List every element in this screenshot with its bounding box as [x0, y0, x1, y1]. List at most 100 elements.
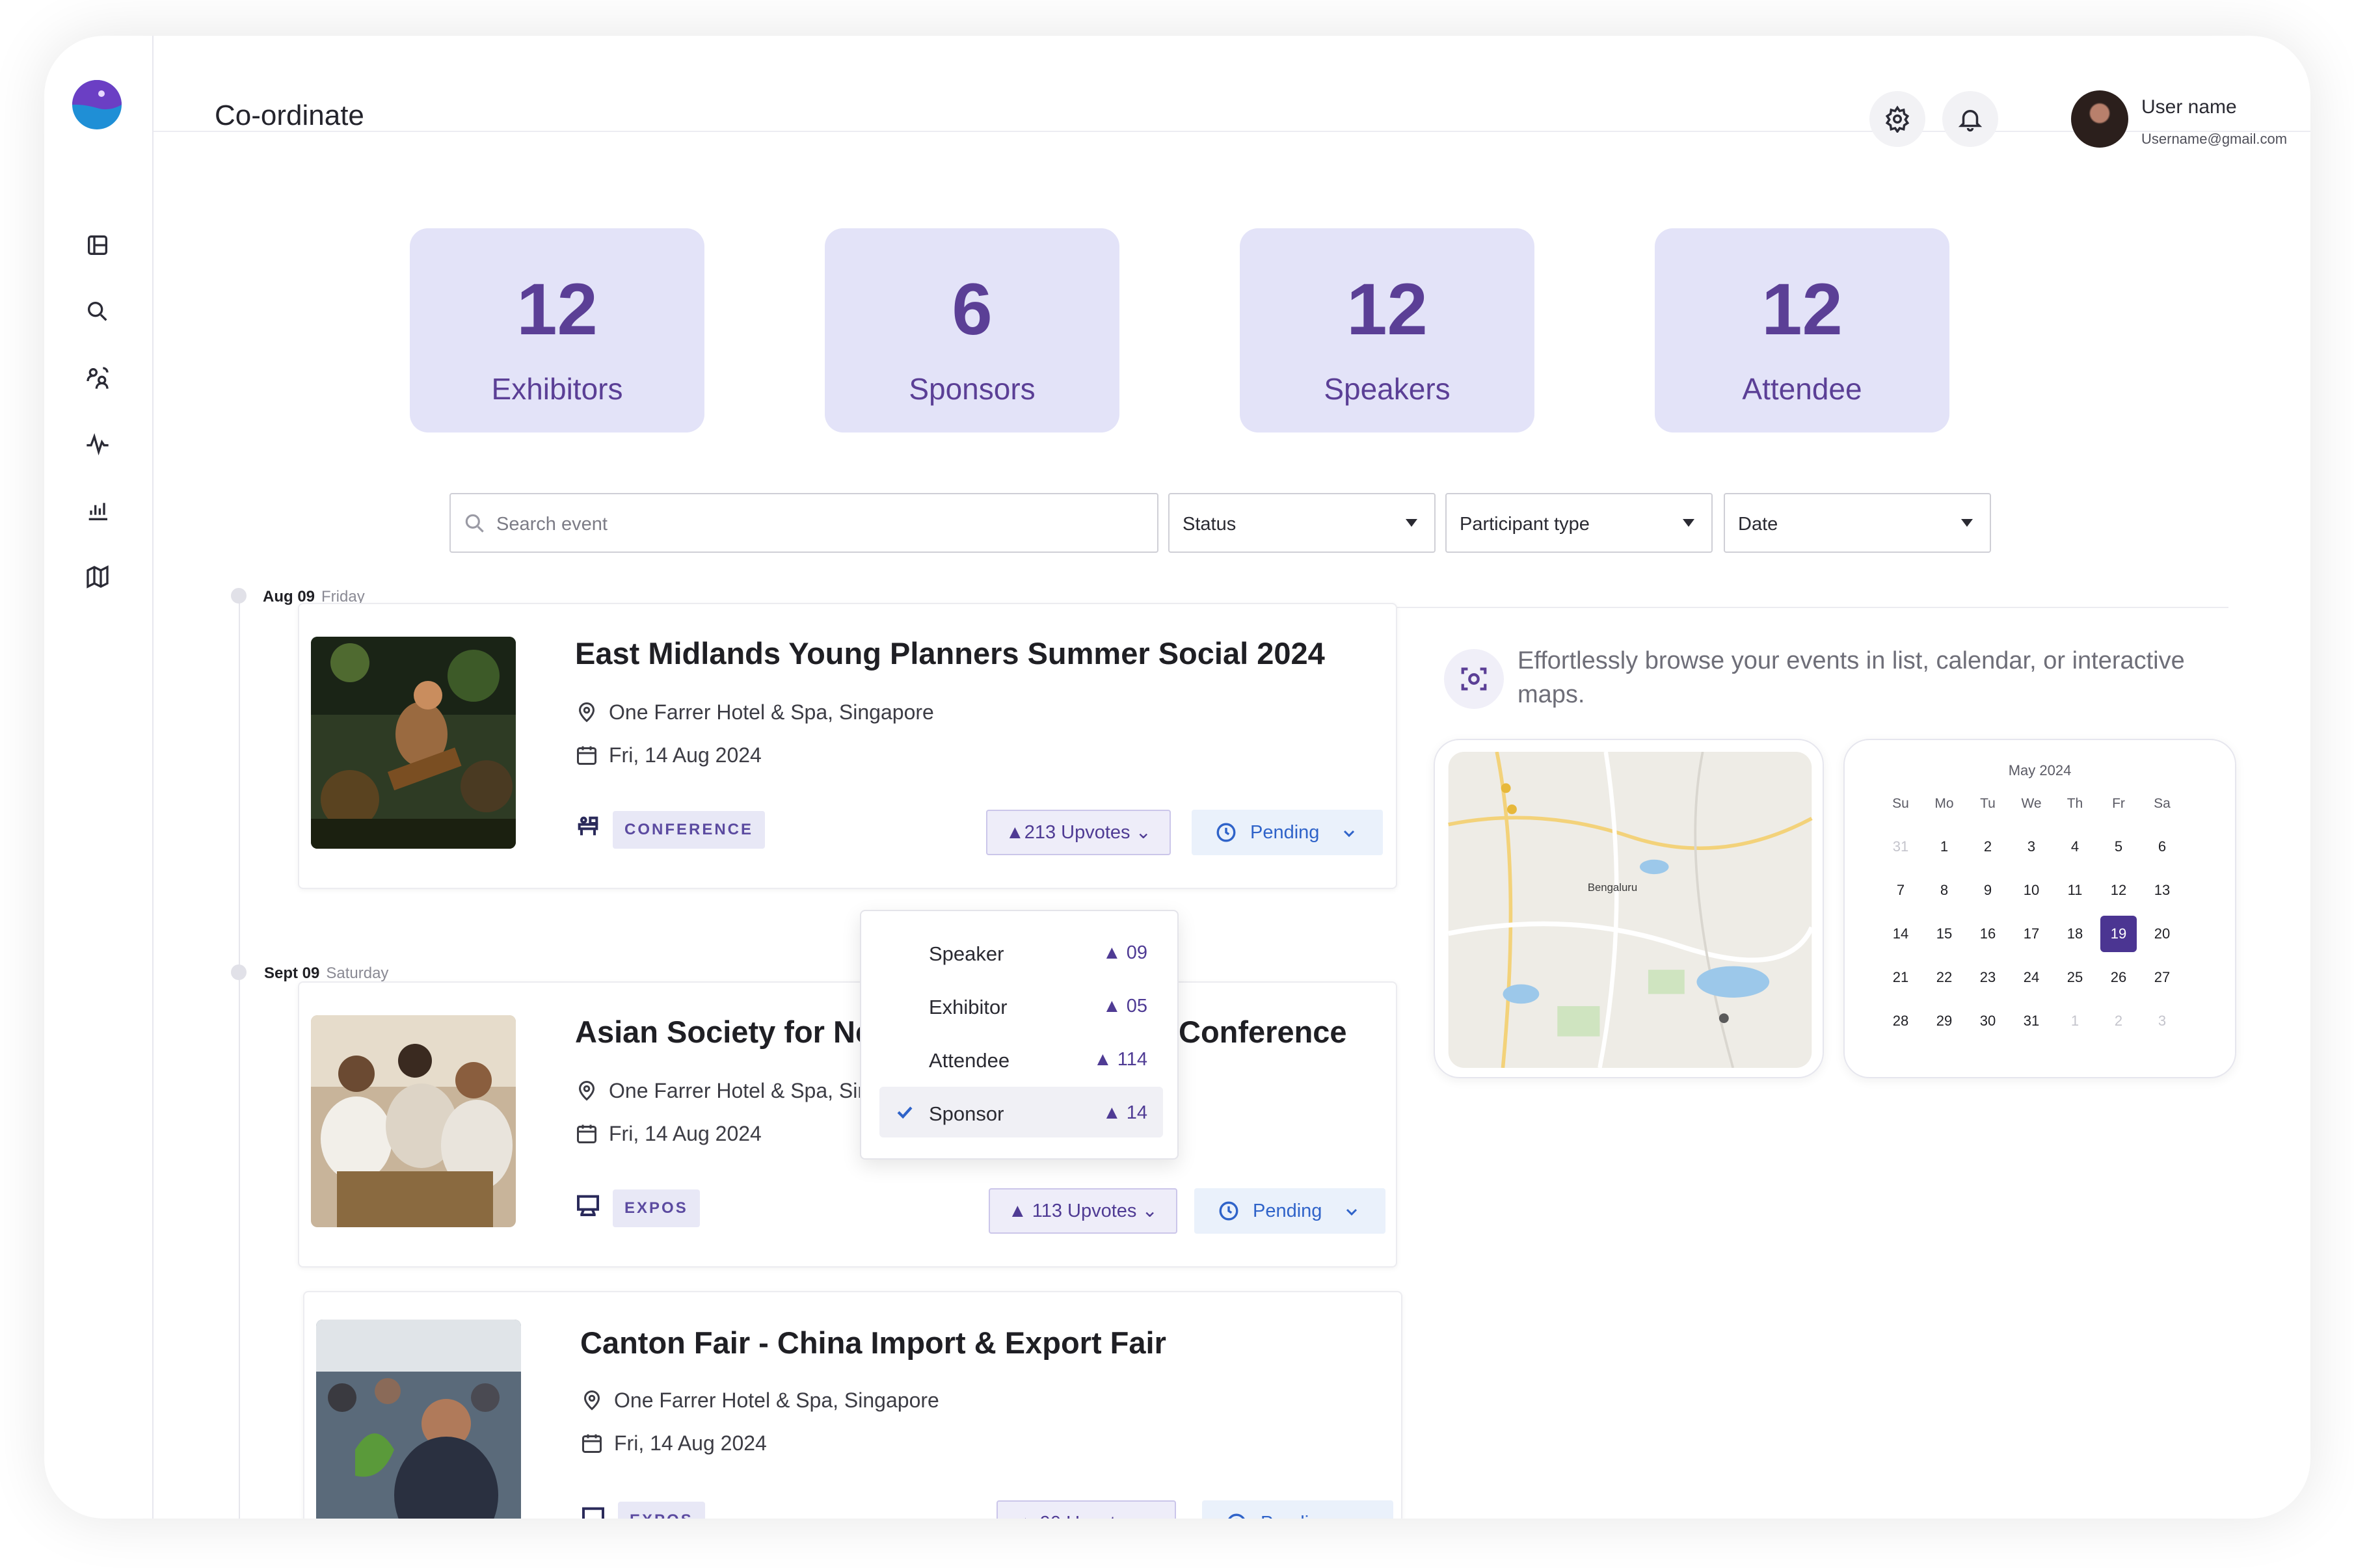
stat-value: 12 — [1346, 269, 1428, 350]
app-window: Co-ordinate User name Username@gmail.com… — [44, 36, 2310, 1519]
stat-card-exhibitors[interactable]: 12 Exhibitors — [410, 228, 704, 432]
calendar-day[interactable]: 1 — [1926, 829, 1962, 865]
calendar-day[interactable]: 19 — [2100, 916, 2137, 952]
participants-icon[interactable] — [82, 362, 113, 393]
status-select[interactable]: Status — [1168, 493, 1436, 553]
calendar-day[interactable]: 23 — [1970, 959, 2006, 996]
calendar-day[interactable]: 18 — [2057, 916, 2093, 952]
notifications-button[interactable] — [1942, 91, 1998, 147]
upvote-breakdown-dropdown: Speaker ▲ 09 Exhibitor ▲ 05 Attendee ▲ 1… — [860, 910, 1179, 1160]
calendar-day[interactable]: 6 — [2144, 829, 2180, 865]
dropdown-item-count: ▲ 05 — [1102, 996, 1147, 1017]
page-title: Co-ordinate — [215, 100, 364, 131]
dropdown-item-sponsor[interactable]: Sponsor ▲ 14 — [879, 1087, 1163, 1137]
dropdown-item-exhibitor[interactable]: Exhibitor ▲ 05 — [879, 980, 1163, 1031]
map-preview[interactable]: Bengaluru — [1447, 752, 1813, 1068]
dropdown-item-speaker[interactable]: Speaker ▲ 09 — [879, 927, 1163, 977]
event-card[interactable]: Asian Society for Ne Conference One Farr… — [298, 981, 1397, 1268]
calendar-day[interactable]: 24 — [2013, 959, 2050, 996]
stat-card-attendee[interactable]: 12 Attendee — [1655, 228, 1949, 432]
calendar-day[interactable]: 17 — [2013, 916, 2050, 952]
status-button[interactable]: Pending — [1202, 1500, 1393, 1519]
search-input[interactable]: Search event — [449, 493, 1158, 553]
dropdown-item-label: Exhibitor — [929, 996, 1008, 1018]
calendar-day[interactable]: 25 — [2057, 959, 2093, 996]
stat-label: Exhibitors — [491, 372, 623, 406]
upvotes-button[interactable]: ▲ 90 Upvotes ⌄ — [996, 1500, 1176, 1519]
weekday-header: Sa — [2154, 796, 2171, 811]
calendar-view-card[interactable]: May 2024 Su Mo Tu We Th Fr Sa 31 1 2 3 4 5 6 7 8 9 10 11 12… — [1843, 739, 2236, 1078]
event-photo — [311, 637, 516, 849]
dashboard-icon[interactable] — [82, 230, 113, 261]
weekday-header: Mo — [1934, 796, 1954, 811]
calendar-day[interactable]: 13 — [2144, 872, 2180, 909]
chevron-down-icon — [1352, 1516, 1367, 1519]
calendar-day[interactable]: 21 — [1882, 959, 1919, 996]
calendar-day[interactable]: 4 — [2057, 829, 2093, 865]
weekday-header: Fr — [2112, 796, 2125, 811]
event-title[interactable]: Asian Society for Ne — [575, 1014, 872, 1050]
dropdown-item-count: ▲ 114 — [1093, 1049, 1147, 1070]
calendar-day[interactable]: 2 — [1970, 829, 2006, 865]
event-card[interactable]: East Midlands Young Planners Summer Soci… — [298, 603, 1397, 889]
calendar-day[interactable]: 22 — [1926, 959, 1962, 996]
calendar-day[interactable]: 5 — [2100, 829, 2137, 865]
calendar-day[interactable]: 2 — [2100, 1003, 2137, 1039]
upvotes-button[interactable]: ▲ 113 Upvotes ⌄ — [989, 1188, 1177, 1234]
calendar-month: May 2024 — [2008, 762, 2072, 778]
calendar-day[interactable]: 3 — [2144, 1003, 2180, 1039]
status-select-value: Status — [1183, 514, 1237, 535]
calendar-day[interactable]: 28 — [1882, 1003, 1919, 1039]
analytics-icon[interactable] — [82, 495, 113, 526]
calendar-day[interactable]: 1 — [2057, 1003, 2093, 1039]
date-select-value: Date — [1738, 514, 1778, 535]
user-name: User name — [2141, 96, 2237, 118]
app-logo[interactable] — [70, 78, 124, 131]
search-icon[interactable] — [82, 296, 113, 327]
calendar-day[interactable]: 12 — [2100, 872, 2137, 909]
stat-card-speakers[interactable]: 12 Speakers — [1240, 228, 1534, 432]
status-button[interactable]: Pending — [1194, 1188, 1385, 1234]
calendar-day[interactable]: 16 — [1970, 916, 2006, 952]
calendar-day[interactable]: 9 — [1970, 872, 2006, 909]
calendar-day[interactable]: 8 — [1926, 872, 1962, 909]
calendar-day[interactable]: 20 — [2144, 916, 2180, 952]
activity-icon[interactable] — [82, 429, 113, 460]
participant-type-select[interactable]: Participant type — [1445, 493, 1713, 553]
calendar-day[interactable]: 27 — [2144, 959, 2180, 996]
calendar-day[interactable]: 29 — [1926, 1003, 1962, 1039]
calendar-day[interactable]: 14 — [1882, 916, 1919, 952]
event-photo — [316, 1320, 521, 1519]
stat-value: 6 — [952, 269, 993, 350]
date-select[interactable]: Date — [1724, 493, 1991, 553]
calendar-day[interactable]: 26 — [2100, 959, 2137, 996]
calendar-day[interactable]: 3 — [2013, 829, 2050, 865]
event-card[interactable]: Canton Fair - China Import & Export Fair… — [303, 1291, 1402, 1519]
event-location: One Farrer Hotel & Spa, Singapore — [575, 700, 934, 724]
expo-booth-icon — [575, 1192, 601, 1218]
calendar-day[interactable]: 11 — [2057, 872, 2093, 909]
calendar-day[interactable]: 7 — [1882, 872, 1919, 909]
calendar-day[interactable]: 15 — [1926, 916, 1962, 952]
event-location: One Farrer Hotel & Spa, Sin — [575, 1079, 869, 1103]
calendar-day[interactable]: 10 — [2013, 872, 2050, 909]
event-title[interactable]: Canton Fair - China Import & Export Fair — [580, 1325, 1166, 1361]
status-button[interactable]: Pending — [1192, 810, 1383, 855]
avatar[interactable] — [2071, 90, 2128, 148]
calendar-day[interactable]: 31 — [2013, 1003, 2050, 1039]
chevron-down-icon — [1346, 1208, 1358, 1216]
calendar-day[interactable]: 31 — [1882, 829, 1919, 865]
calendar-day[interactable]: 30 — [1970, 1003, 2006, 1039]
dropdown-item-attendee[interactable]: Attendee ▲ 114 — [879, 1033, 1163, 1084]
stat-card-sponsors[interactable]: 6 Sponsors — [825, 228, 1119, 432]
map-view-card[interactable]: Bengaluru — [1434, 739, 1824, 1078]
event-title[interactable]: East Midlands Young Planners Summer Soci… — [575, 635, 1325, 671]
dropdown-item-label: Attendee — [929, 1049, 1010, 1072]
expo-booth-icon — [580, 1504, 606, 1519]
upvotes-button[interactable]: ▲213 Upvotes ⌄ — [986, 810, 1171, 855]
timeline-line — [239, 602, 240, 1519]
location-pin-icon — [578, 1081, 595, 1101]
settings-button[interactable] — [1869, 91, 1925, 147]
map-icon[interactable] — [82, 561, 113, 592]
map-city-label: Bengaluru — [1588, 881, 1637, 894]
